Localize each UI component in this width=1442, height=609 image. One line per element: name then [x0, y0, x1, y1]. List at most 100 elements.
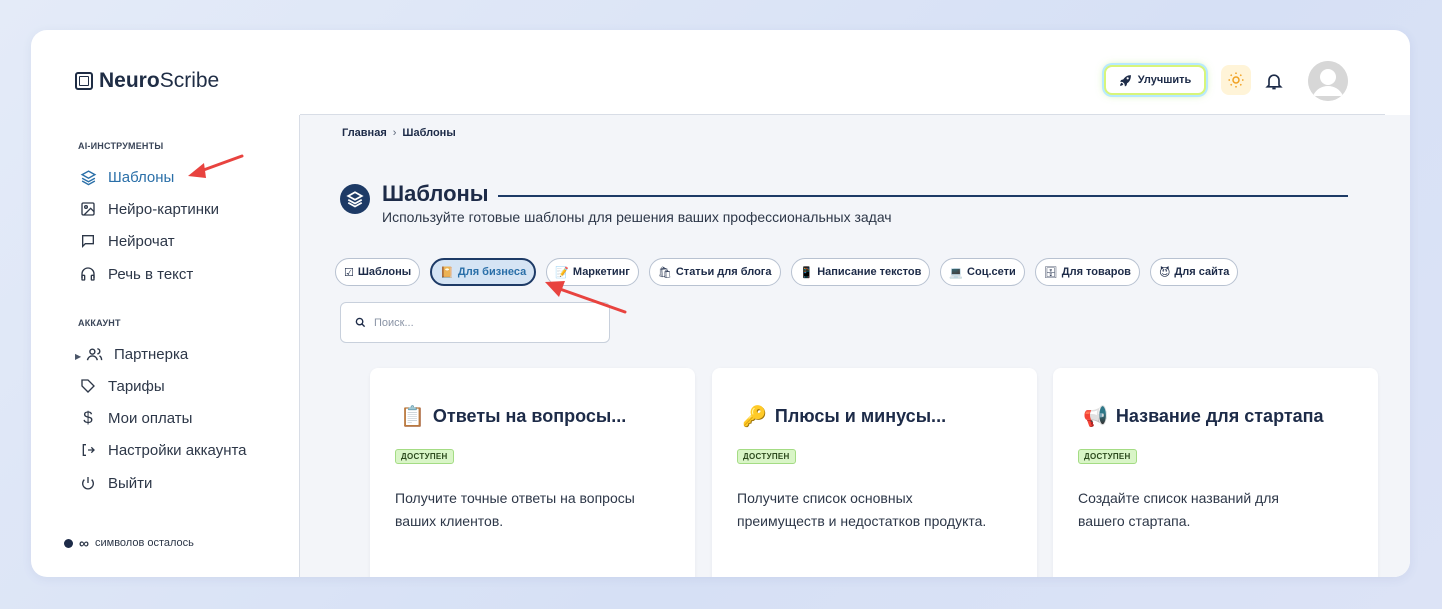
- devil-icon: 😈: [1158, 266, 1171, 279]
- chip-for-business[interactable]: 📔 Для бизнеса: [430, 258, 537, 286]
- sidebar-item-templates[interactable]: Шаблоны: [78, 167, 174, 187]
- chat-icon: [78, 231, 98, 251]
- chip-social[interactable]: 💻 Соц.сети: [940, 258, 1025, 286]
- chip-marketing[interactable]: 📝 Маркетинг: [546, 258, 639, 286]
- chip-label: Статьи для блога: [675, 266, 772, 278]
- template-card[interactable]: 📋 Ответы на вопросы... ДОСТУПЕН Получите …: [370, 368, 695, 577]
- chip-label: Маркетинг: [572, 266, 630, 278]
- layers-icon: [78, 167, 98, 187]
- clipboard-list-icon: 📋: [400, 406, 425, 428]
- sidebar-item-partner[interactable]: Партнерка: [84, 344, 188, 364]
- card-description: Получите список основных преимуществ и н…: [737, 490, 987, 529]
- user-avatar-icon: [1308, 61, 1348, 101]
- cabinet-icon: 🗄: [1043, 266, 1058, 279]
- category-chips: ☑ Шаблоны 📔 Для бизнеса 📝 Маркетинг 🛍 Статьи…: [335, 258, 1239, 286]
- key-icon: 🔑: [742, 406, 767, 428]
- card-title-text: Название для стартапа: [1115, 406, 1324, 426]
- sidebar-item-account-settings[interactable]: Настройки аккаунта: [78, 440, 247, 460]
- logo[interactable]: NeuroScribe: [75, 69, 219, 93]
- chip-blog-articles[interactable]: 🛍 Статьи для блога: [648, 258, 781, 286]
- sidebar-item-label: Нейро-картинки: [108, 200, 219, 218]
- sidebar-item-label: Выйти: [108, 474, 153, 492]
- sidebar-item-logout[interactable]: Выйти: [78, 473, 152, 493]
- chip-templates[interactable]: ☑ Шаблоны: [335, 258, 421, 286]
- card-title: 📢 Название для стартапа: [1083, 404, 1324, 429]
- card-title-text: Плюсы и минусы...: [774, 406, 947, 426]
- logo-icon: [75, 72, 93, 90]
- top-header: NeuroScribe Улучшить: [31, 30, 1410, 114]
- symbols-label: символов осталось: [94, 537, 194, 549]
- caret-right-icon[interactable]: ▶: [75, 352, 81, 361]
- avatar[interactable]: [1308, 61, 1348, 101]
- search-box: [340, 302, 610, 343]
- card-description: Создайте список названий для вашего стар…: [1078, 490, 1279, 529]
- chip-label: Для сайта: [1174, 266, 1230, 278]
- notebook-icon: 📔: [440, 266, 454, 279]
- status-badge: ДОСТУПЕН: [1078, 449, 1137, 464]
- chip-label: Для бизнеса: [457, 266, 527, 278]
- logo-bold: Neuro: [99, 69, 160, 92]
- power-icon: [78, 473, 98, 493]
- symbols-value: ∞: [79, 535, 89, 551]
- sidebar-item-label: Речь в текст: [108, 265, 194, 283]
- phone-icon: 📱: [799, 266, 814, 279]
- card-title-text: Ответы на вопросы...: [432, 406, 627, 426]
- status-badge: ДОСТУПЕН: [395, 449, 454, 464]
- sidebar-item-neuro-images[interactable]: Нейро-картинки: [78, 199, 219, 219]
- chip-label: Соц.сети: [967, 266, 1016, 278]
- template-card[interactable]: 🔑 Плюсы и минусы... ДОСТУПЕН Получите спи…: [712, 368, 1037, 577]
- chip-label: Написание текстов: [817, 266, 922, 278]
- chip-text-writing[interactable]: 📱 Написание текстов: [790, 258, 931, 286]
- checkbox-icon: ☑: [344, 266, 354, 279]
- sidebar-item-speech-to-text[interactable]: Речь в текст: [78, 264, 193, 284]
- page-title: Шаблоны: [382, 181, 489, 206]
- users-icon: [84, 344, 104, 364]
- card-title: 📋 Ответы на вопросы...: [400, 404, 626, 429]
- search-input[interactable]: [374, 316, 594, 329]
- sidebar-item-label: Нейрочат: [108, 232, 175, 250]
- theme-toggle-button[interactable]: [1221, 65, 1251, 95]
- title-divider: [498, 195, 1348, 197]
- sidebar-item-label: Настройки аккаунта: [108, 441, 247, 459]
- sidebar-item-label: Партнерка: [114, 345, 189, 363]
- sidebar-item-tariffs[interactable]: Тарифы: [78, 376, 165, 396]
- status-badge: ДОСТУПЕН: [737, 449, 796, 464]
- headphones-icon: [78, 264, 98, 284]
- template-card[interactable]: 📢 Название для стартапа ДОСТУПЕН Создайте…: [1053, 368, 1378, 577]
- chip-products[interactable]: 🗄 Для товаров: [1034, 258, 1140, 286]
- tag-icon: [78, 376, 98, 396]
- chip-label: Шаблоны: [357, 266, 412, 278]
- logo-light: Scribe: [159, 69, 220, 92]
- dollar-icon: $: [83, 408, 93, 427]
- upgrade-label: Улучшить: [1137, 74, 1192, 86]
- sidebar-item-neurochat[interactable]: Нейрочат: [78, 231, 175, 251]
- status-dot: [64, 538, 73, 548]
- sidebar-item-payments[interactable]: $ Мои оплаты: [78, 408, 192, 428]
- upgrade-button[interactable]: Улучшить: [1104, 65, 1206, 95]
- rocket-icon: [1119, 74, 1131, 86]
- breadcrumb-home[interactable]: Главная: [342, 127, 387, 139]
- shopping-bags-icon: 🛍: [657, 266, 672, 279]
- logout-arrow-icon: [78, 440, 98, 460]
- sidebar-item-label: Тарифы: [108, 377, 165, 395]
- megaphone-icon: 📢: [1083, 406, 1108, 428]
- sidebar: AI-ИНСТРУМЕНТЫ Шаблоны Нейро-картинки Не…: [31, 115, 299, 577]
- breadcrumb-current: Шаблоны: [402, 127, 456, 139]
- chip-website[interactable]: 😈 Для сайта: [1149, 258, 1239, 286]
- section-label-account: АККАУНТ: [78, 318, 121, 328]
- breadcrumb: Главная › Шаблоны: [342, 127, 456, 139]
- laptop-icon: 💻: [949, 266, 964, 279]
- breadcrumb-separator: ›: [392, 127, 397, 139]
- memo-icon: 📝: [555, 266, 569, 279]
- image-icon: [78, 199, 98, 219]
- chip-label: Для товаров: [1061, 266, 1131, 278]
- page-subtitle: Используйте готовые шаблоны для решения …: [382, 209, 892, 225]
- layers-icon: [340, 184, 370, 214]
- search-icon: [355, 317, 366, 328]
- card-description: Получите точные ответы на вопросы ваших …: [395, 490, 635, 529]
- bell-icon[interactable]: [1264, 70, 1284, 92]
- symbols-remaining: ∞ символов осталось: [64, 535, 194, 551]
- section-label-ai: AI-ИНСТРУМЕНТЫ: [78, 141, 164, 151]
- app-window: NeuroScribe Улучшить AI-ИНСТРУМЕНТЫ Шабл…: [31, 30, 1410, 577]
- card-title: 🔑 Плюсы и минусы...: [742, 404, 946, 429]
